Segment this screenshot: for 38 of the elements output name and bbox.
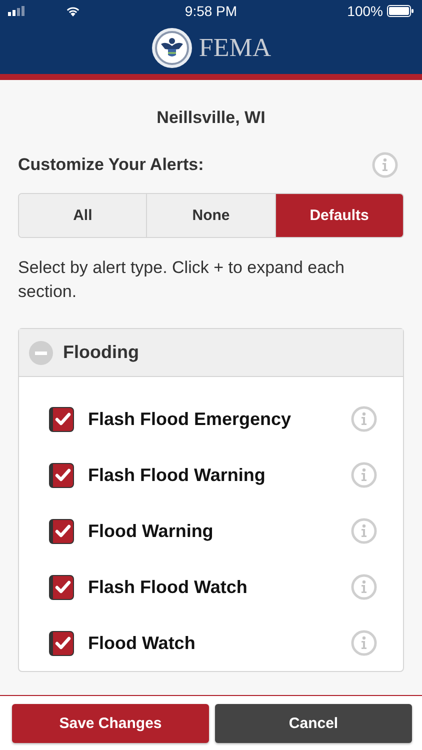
- alert-label: Flood Watch: [88, 632, 196, 654]
- checkmark-icon: [55, 636, 71, 650]
- segment-tab[interactable]: None: [146, 194, 275, 237]
- segment-tab[interactable]: All: [19, 194, 146, 237]
- logo-text: FEMA: [198, 33, 272, 63]
- info-icon[interactable]: [372, 152, 398, 178]
- checkmark-icon: [55, 524, 71, 538]
- status-time: 9:58 PM: [184, 3, 238, 19]
- checkbox[interactable]: [49, 406, 74, 432]
- cancel-button[interactable]: Cancel: [215, 704, 412, 743]
- segment-tab[interactable]: Defaults: [274, 194, 403, 237]
- checkmark-icon: [55, 412, 71, 426]
- group-title[interactable]: Flooding: [63, 342, 139, 363]
- info-icon[interactable]: [351, 406, 377, 432]
- info-icon[interactable]: [351, 574, 377, 600]
- wifi-icon: [65, 5, 81, 17]
- alert-label: Flash Flood Emergency: [88, 408, 292, 430]
- section-title: Customize Your Alerts:: [18, 155, 204, 175]
- checkbox[interactable]: [49, 574, 74, 600]
- alert-label: Flash Flood Warning: [88, 464, 266, 486]
- checkbox[interactable]: [49, 518, 74, 544]
- info-icon[interactable]: [351, 462, 377, 488]
- battery-percentage: 100%: [347, 3, 383, 19]
- battery-icon: [386, 5, 414, 17]
- instructions-text: Select by alert type. Click + to expand each section.: [18, 257, 346, 303]
- info-icon[interactable]: [351, 630, 377, 656]
- location-title: Neillsville, WI: [156, 108, 266, 128]
- signal-icon: [8, 6, 25, 16]
- checkmark-icon: [55, 468, 71, 482]
- info-icon[interactable]: [351, 518, 377, 544]
- checkbox[interactable]: [49, 630, 74, 656]
- seal-icon: [150, 27, 193, 69]
- collapse-icon[interactable]: [29, 340, 53, 364]
- checkbox[interactable]: [49, 462, 74, 488]
- save-button[interactable]: Save Changes: [12, 704, 209, 743]
- alert-label: Flood Warning: [88, 520, 214, 542]
- checkmark-icon: [55, 580, 71, 594]
- alert-label: Flash Flood Watch: [88, 576, 248, 598]
